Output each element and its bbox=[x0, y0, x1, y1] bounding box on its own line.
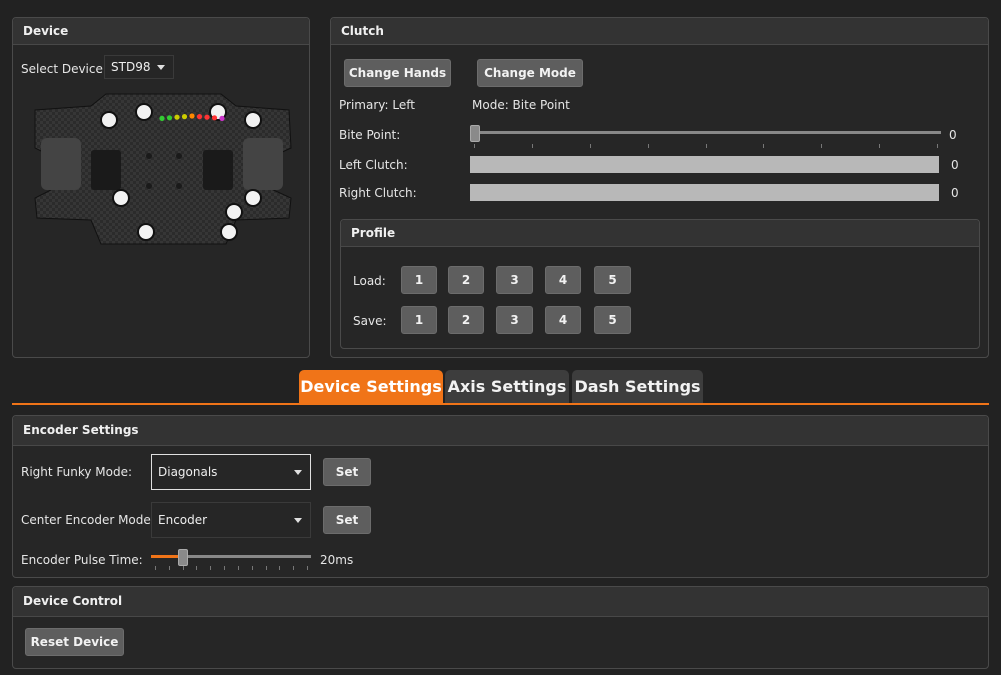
center-encoder-mode-label: Center Encoder Mode: bbox=[21, 513, 155, 527]
right-funky-mode-label: Right Funky Mode: bbox=[21, 465, 133, 479]
profile-load-button-3[interactable]: 3 bbox=[496, 266, 533, 294]
bite-point-label: Bite Point: bbox=[339, 128, 401, 142]
profile-save-button-4[interactable]: 4 bbox=[545, 306, 581, 334]
primary-hand-text: Primary: Left bbox=[339, 98, 415, 112]
select-device-label: Select Device: bbox=[21, 62, 107, 76]
slider-tick bbox=[237, 566, 239, 570]
profile-load-button-2[interactable]: 2 bbox=[448, 266, 484, 294]
profile-load-label: Load: bbox=[353, 274, 386, 288]
steering-wheel-image bbox=[34, 93, 292, 245]
rev-led bbox=[204, 114, 210, 120]
encoder-pulse-value: 20ms bbox=[320, 553, 354, 567]
left-clutch-value: 0 bbox=[951, 158, 959, 172]
profile-save-button-2[interactable]: 2 bbox=[448, 306, 484, 334]
device-panel: Device Select Device: STD98 bbox=[12, 17, 310, 358]
slider-tick bbox=[589, 144, 591, 148]
rev-led bbox=[181, 114, 188, 120]
tab-device-settings[interactable]: Device Settings bbox=[299, 370, 443, 403]
tab-underline bbox=[12, 403, 989, 405]
profile-save-label: Save: bbox=[353, 314, 387, 328]
slider-tick bbox=[196, 566, 198, 570]
slider-tick bbox=[705, 144, 707, 148]
rev-led bbox=[211, 115, 218, 121]
encoder-pulse-thumb[interactable] bbox=[178, 549, 189, 566]
rev-led bbox=[219, 115, 225, 121]
right-clutch-bar bbox=[470, 184, 939, 201]
slider-tick bbox=[293, 566, 295, 570]
bite-point-value: 0 bbox=[949, 128, 957, 142]
encoder-pulse-slider[interactable] bbox=[151, 547, 311, 571]
chevron-down-icon bbox=[157, 65, 165, 70]
encoder-settings-panel: Encoder Settings Right Funky Mode: Diago… bbox=[12, 415, 989, 578]
slider-tick bbox=[531, 144, 533, 148]
clutch-panel: Clutch Change Hands Change Mode Primary:… bbox=[330, 17, 989, 358]
bite-point-track bbox=[470, 131, 941, 134]
rev-led bbox=[159, 115, 165, 121]
slider-tick bbox=[474, 144, 475, 148]
slider-tick bbox=[647, 144, 649, 148]
device-select[interactable]: STD98 bbox=[104, 55, 174, 79]
profile-load-button-1[interactable]: 1 bbox=[401, 266, 437, 294]
chevron-down-icon bbox=[294, 470, 302, 475]
profile-panel-title: Profile bbox=[341, 220, 979, 247]
right-funky-mode-select[interactable]: Diagonals bbox=[151, 454, 311, 490]
rev-led bbox=[166, 115, 173, 121]
device-select-value: STD98 bbox=[111, 60, 151, 74]
profile-panel: Profile Load: Save: 1 2 3 4 5 1 2 3 4 5 bbox=[340, 219, 980, 349]
right-funky-set-button[interactable]: Set bbox=[323, 458, 371, 486]
right-clutch-label: Right Clutch: bbox=[339, 186, 417, 200]
left-clutch-bar bbox=[470, 156, 939, 173]
profile-save-button-5[interactable]: 5 bbox=[594, 306, 631, 334]
center-encoder-mode-value: Encoder bbox=[158, 513, 208, 527]
reset-device-button[interactable]: Reset Device bbox=[25, 628, 124, 656]
rev-led bbox=[196, 114, 203, 120]
profile-load-button-4[interactable]: 4 bbox=[545, 266, 581, 294]
rev-led bbox=[174, 114, 180, 120]
slider-tick bbox=[879, 144, 881, 148]
slider-tick bbox=[279, 566, 281, 570]
slider-tick bbox=[210, 566, 212, 570]
encoder-settings-title: Encoder Settings bbox=[13, 416, 988, 446]
slider-tick bbox=[937, 144, 938, 148]
right-clutch-value: 0 bbox=[951, 186, 959, 200]
profile-load-button-5[interactable]: 5 bbox=[594, 266, 631, 294]
slider-tick bbox=[182, 566, 184, 570]
bite-point-thumb[interactable] bbox=[470, 125, 480, 142]
slider-tick bbox=[763, 144, 765, 148]
right-funky-mode-value: Diagonals bbox=[158, 465, 218, 479]
profile-save-button-3[interactable]: 3 bbox=[496, 306, 533, 334]
chevron-down-icon bbox=[294, 518, 302, 523]
bite-point-slider[interactable] bbox=[470, 124, 941, 148]
slider-tick bbox=[251, 566, 253, 570]
device-control-panel: Device Control Reset Device bbox=[12, 586, 989, 669]
slider-tick bbox=[821, 144, 823, 148]
change-mode-button[interactable]: Change Mode bbox=[477, 59, 583, 87]
clutch-mode-text: Mode: Bite Point bbox=[472, 98, 570, 112]
device-control-title: Device Control bbox=[13, 587, 988, 617]
tab-dash-settings[interactable]: Dash Settings bbox=[572, 370, 703, 403]
encoder-pulse-time-label: Encoder Pulse Time: bbox=[21, 553, 143, 567]
center-encoder-set-button[interactable]: Set bbox=[323, 506, 371, 534]
tab-axis-settings[interactable]: Axis Settings bbox=[445, 370, 569, 403]
center-encoder-mode-select[interactable]: Encoder bbox=[151, 502, 311, 538]
left-clutch-label: Left Clutch: bbox=[339, 158, 408, 172]
device-panel-title: Device bbox=[13, 18, 309, 45]
profile-save-button-1[interactable]: 1 bbox=[401, 306, 437, 334]
slider-tick bbox=[265, 566, 267, 570]
change-hands-button[interactable]: Change Hands bbox=[344, 59, 451, 87]
slider-tick bbox=[224, 566, 226, 570]
slider-tick bbox=[168, 566, 170, 570]
slider-tick bbox=[307, 566, 308, 570]
clutch-panel-title: Clutch bbox=[331, 18, 988, 45]
slider-tick bbox=[155, 566, 156, 570]
rev-led bbox=[189, 113, 195, 119]
